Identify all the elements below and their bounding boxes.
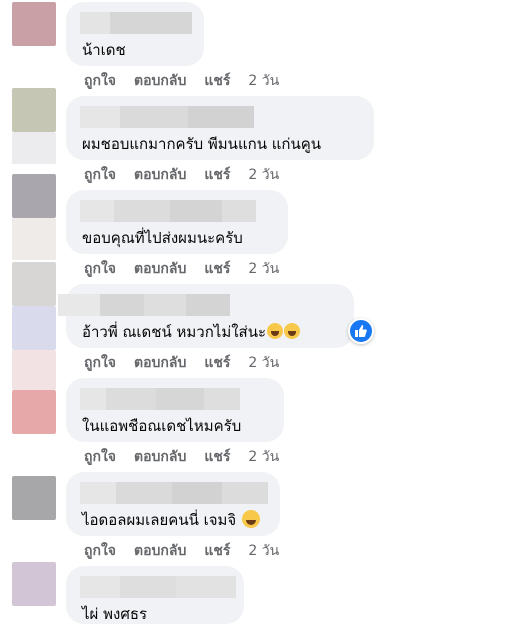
like-button[interactable]: ถูกใจ (84, 355, 116, 371)
share-button[interactable]: แชร์ (204, 543, 230, 559)
reply-button[interactable]: ตอบกลับ (134, 73, 186, 89)
avatar-lower (12, 218, 56, 260)
timestamp[interactable]: 2 วัน (248, 73, 279, 89)
comment-bubble: ผมชอบแกมากครับ พีมนแกน แก่นคูน (66, 96, 374, 160)
avatar-upper (12, 350, 56, 390)
commenter-name-blurred[interactable] (80, 200, 256, 222)
laughing-icon (241, 510, 260, 528)
share-button[interactable]: แชร์ (204, 449, 230, 465)
comment-bubble: ในแอพชือณเดชไหมครับ (66, 378, 284, 442)
reply-button[interactable]: ตอบกลับ (134, 355, 186, 371)
comment-actions: ถูกใจ ตอบกลับ แชร์ 2 วัน (84, 72, 279, 90)
like-button[interactable]: ถูกใจ (84, 73, 116, 89)
comment-text: ผมชอบแกมากครับ พีมนแกน แก่นคูน (82, 135, 322, 153)
comment-actions: ถูกใจ ตอบกลับ แชร์ 2 วัน (84, 166, 279, 184)
avatar[interactable] (12, 262, 56, 306)
like-button[interactable]: ถูกใจ (84, 449, 116, 465)
comment-actions: ถูกใจ ตอบกลับ แชร์ 2 วัน (84, 542, 279, 560)
timestamp[interactable]: 2 วัน (248, 449, 279, 465)
commenter-name-blurred[interactable] (80, 12, 192, 34)
avatar[interactable] (12, 88, 56, 132)
share-button[interactable]: แชร์ (204, 167, 230, 183)
commenter-name-blurred[interactable] (80, 576, 236, 598)
comment-actions: ถูกใจ ตอบกลับ แชร์ 2 วัน (84, 260, 279, 278)
avatar-lower (12, 132, 56, 164)
comment-actions: ถูกใจ ตอบกลับ แชร์ 2 วัน (84, 448, 279, 466)
comment-text: อ้าวพี่ ณเดชน์ หมวกไม่ใส่นะ (82, 322, 300, 342)
like-button[interactable]: ถูกใจ (84, 543, 116, 559)
comment-text-body: ไอดอลผมเลยคนนี่ เจมจิ (82, 511, 237, 529)
grin-icon (284, 323, 300, 339)
reply-button[interactable]: ตอบกลับ (134, 261, 186, 277)
like-reaction-badge[interactable] (348, 318, 374, 344)
avatar[interactable] (12, 174, 56, 218)
comment-thread: น้าเดช ถูกใจ ตอบกลับ แชร์ 2 วัน ผมชอบแกมากค… (0, 0, 530, 639)
comment-bubble: น้าเดช (66, 2, 204, 66)
grin-icon (267, 323, 283, 339)
share-button[interactable]: แชร์ (204, 73, 230, 89)
avatar[interactable] (12, 2, 56, 46)
comment-text: ไผ่ พงศธร (82, 605, 148, 623)
avatar[interactable] (12, 562, 56, 606)
avatar-lower (12, 306, 56, 350)
comment-bubble: อ้าวพี่ ณเดชน์ หมวกไม่ใส่นะ (58, 284, 354, 348)
share-button[interactable]: แชร์ (204, 261, 230, 277)
reply-button[interactable]: ตอบกลับ (134, 167, 186, 183)
timestamp[interactable]: 2 วัน (248, 167, 279, 183)
comment-bubble: ขอบคุณที่ไปส่งผมนะครับ (66, 190, 288, 254)
comment-text-body: อ้าวพี่ ณเดชน์ หมวกไม่ใส่นะ (82, 323, 266, 341)
like-button[interactable]: ถูกใจ (84, 167, 116, 183)
commenter-name-blurred[interactable] (80, 388, 240, 410)
share-button[interactable]: แชร์ (204, 355, 230, 371)
reply-button[interactable]: ตอบกลับ (134, 449, 186, 465)
comment-text: ไอดอลผมเลยคนนี่ เจมจิ (82, 510, 260, 530)
timestamp[interactable]: 2 วัน (248, 355, 279, 371)
comment-text: ในแอพชือณเดชไหมครับ (82, 417, 242, 435)
commenter-name-blurred[interactable] (80, 106, 254, 128)
like-button[interactable]: ถูกใจ (84, 261, 116, 277)
timestamp[interactable]: 2 วัน (248, 543, 279, 559)
comment-bubble: ไผ่ พงศธร (66, 566, 244, 624)
comment-bubble: ไอดอลผมเลยคนนี่ เจมจิ (66, 472, 280, 536)
avatar[interactable] (12, 390, 56, 434)
commenter-name-blurred[interactable] (58, 294, 230, 316)
comment-text: ขอบคุณที่ไปส่งผมนะครับ (82, 229, 243, 247)
like-icon (355, 325, 367, 337)
avatar[interactable] (12, 476, 56, 520)
reply-button[interactable]: ตอบกลับ (134, 543, 186, 559)
comment-text: น้าเดช (82, 41, 126, 59)
commenter-name-blurred[interactable] (80, 482, 268, 504)
timestamp[interactable]: 2 วัน (248, 261, 279, 277)
comment-actions: ถูกใจ ตอบกลับ แชร์ 2 วัน (84, 354, 279, 372)
